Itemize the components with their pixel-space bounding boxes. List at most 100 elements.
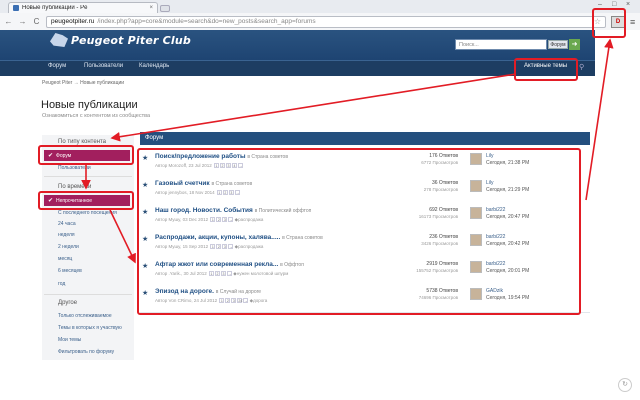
sidebar-item-forum[interactable]: ✔ Форум — [44, 150, 130, 161]
address-bar[interactable]: peugeotpiter.ru/index.php?app=core&modul… — [46, 15, 606, 28]
page-next-icon[interactable]: → — [234, 190, 240, 195]
topic-author[interactable]: Автор Myшy, 03 Dec 2012 — [155, 217, 208, 222]
topic-tag[interactable]: дорога — [253, 298, 267, 303]
page-link[interactable]: 1 — [214, 163, 220, 168]
topic-forum[interactable]: в Оффтоп — [280, 262, 304, 268]
follow-star-icon[interactable]: ★ — [142, 262, 148, 270]
page-link[interactable]: 1 — [210, 217, 216, 222]
sidebar-item-week[interactable]: неделя — [58, 232, 75, 238]
last-poster[interactable]: barbi222 — [486, 234, 505, 240]
topic-row[interactable]: ★ Распродажи, акции, купоны, халява.....… — [140, 231, 590, 259]
topic-title-link[interactable]: Газовый счетчик — [155, 180, 210, 187]
page-next-icon[interactable]: → — [238, 163, 244, 168]
page-link[interactable]: 2 — [220, 163, 226, 168]
topic-row[interactable]: ★ Эпизод на дороге. в Случай на дороге А… — [140, 285, 590, 313]
follow-star-icon[interactable]: ★ — [142, 208, 148, 216]
search-input[interactable]: Поиск... — [455, 39, 547, 50]
nav-forum[interactable]: Форум — [48, 63, 66, 69]
topic-forum[interactable]: в Политический оффтоп — [255, 208, 312, 214]
page-link[interactable]: 3 — [231, 298, 237, 303]
sidebar-item-followed[interactable]: Только отслеживаемое — [58, 313, 112, 319]
avatar[interactable] — [470, 153, 482, 165]
sidebar-item-6-months[interactable]: 6 месяцев — [58, 268, 82, 274]
topic-title-link[interactable]: Эпизод на дороге. — [155, 288, 214, 295]
follow-star-icon[interactable]: ★ — [142, 181, 148, 189]
tab-close-icon[interactable]: × — [149, 5, 153, 11]
topic-title-link[interactable]: Наш город. Новости. События — [155, 207, 253, 214]
sidebar-item-users[interactable]: Пользователи — [58, 165, 91, 171]
page-link[interactable]: 1 — [209, 271, 215, 276]
page-link[interactable]: 3 — [221, 271, 227, 276]
avatar[interactable] — [470, 180, 482, 192]
sidebar-item-year[interactable]: год — [58, 281, 65, 287]
page-link[interactable]: 2 — [222, 190, 228, 195]
sidebar-item-month[interactable]: месяц — [58, 256, 72, 262]
page-link[interactable]: 1 — [216, 190, 222, 195]
topic-tag[interactable]: нужен молотовой шпурм — [237, 271, 289, 276]
sidebar-item-participated[interactable]: Темы в которых я участвую — [58, 325, 122, 331]
sidebar-item-my-topics[interactable]: Мои темы — [58, 337, 81, 343]
page-next-icon[interactable]: → — [228, 217, 234, 222]
follow-star-icon[interactable]: ★ — [142, 235, 148, 243]
forward-icon[interactable]: → — [18, 17, 27, 26]
last-poster[interactable]: barbi222 — [486, 261, 505, 267]
topic-tag[interactable]: распродажа — [238, 217, 263, 222]
topic-author[interactable]: Автор Morozoff, 23 Jul 2012 — [155, 163, 212, 168]
location-pin-icon[interactable]: ⚲ — [579, 63, 584, 71]
page-link[interactable]: 2 — [215, 271, 221, 276]
page-link[interactable]: 247 — [237, 298, 244, 303]
sidebar-item-filter-forum[interactable]: Фильтровать по форуму — [58, 349, 114, 355]
follow-star-icon[interactable]: ★ — [142, 154, 148, 162]
avatar[interactable] — [470, 288, 482, 300]
avatar[interactable] — [470, 261, 482, 273]
nav-active-topics[interactable]: Активные темы — [524, 63, 567, 69]
sidebar-item-2-weeks[interactable]: 2 недели — [58, 244, 79, 250]
extension-icon[interactable]: D — [611, 15, 625, 28]
page-link[interactable]: 1 — [210, 244, 216, 249]
page-link[interactable]: 3 — [226, 163, 232, 168]
topic-forum[interactable]: в Страна советов — [247, 154, 288, 160]
sidebar-item-24h[interactable]: 24 часа — [58, 221, 76, 227]
topic-row[interactable]: ★ Газовый счетчик в Страна советов Автор… — [140, 177, 590, 205]
page-link[interactable]: 3 — [222, 217, 228, 222]
bookmark-star-icon[interactable]: ☆ — [594, 17, 601, 26]
last-poster[interactable]: barbi222 — [486, 207, 505, 213]
maximize-icon[interactable]: □ — [612, 1, 616, 8]
topic-forum[interactable]: в Страна советов — [282, 235, 323, 241]
topic-row[interactable]: ★ Афтар жжот или современная рекла... в … — [140, 258, 590, 286]
avatar[interactable] — [470, 207, 482, 219]
page-next-icon[interactable]: → — [227, 271, 233, 276]
page-link[interactable]: 4 — [232, 163, 238, 168]
avatar[interactable] — [470, 234, 482, 246]
last-poster[interactable]: Lily — [486, 180, 494, 186]
page-link[interactable]: 2 — [216, 217, 222, 222]
page-link[interactable]: 3 — [228, 190, 234, 195]
page-link[interactable]: 1 — [219, 298, 225, 303]
page-link[interactable]: 2 — [216, 244, 222, 249]
topic-author[interactable]: Автор jennybos, 18 Nov 2014 — [155, 190, 215, 195]
topic-title-link[interactable]: Афтар жжот или современная рекла... — [155, 261, 278, 268]
minimize-icon[interactable]: – — [598, 1, 602, 8]
site-logo[interactable]: Peugeot Piter Club — [50, 33, 191, 47]
sidebar-item-unread[interactable]: ✔ Непрочитанное — [44, 195, 130, 206]
page-link[interactable]: 2 — [225, 298, 231, 303]
window-close-icon[interactable]: × — [626, 1, 630, 8]
topic-row[interactable]: ★ Поиск/предложение работы в Страна сове… — [140, 150, 590, 178]
last-poster[interactable]: GADzik — [486, 288, 503, 294]
reload-icon[interactable]: C — [32, 17, 41, 26]
browser-tab[interactable]: Новые публикации - Pe × — [8, 2, 158, 13]
last-poster[interactable]: Lily — [486, 153, 494, 159]
page-next-icon[interactable]: → — [228, 244, 234, 249]
nav-calendar[interactable]: Календарь — [139, 63, 169, 69]
back-icon[interactable]: ← — [4, 17, 13, 26]
new-tab-button[interactable] — [160, 5, 170, 12]
topic-forum[interactable]: в Случай на дороге — [216, 289, 261, 295]
topic-row[interactable]: ★ Наш город. Новости. События в Политиче… — [140, 204, 590, 232]
page-next-icon[interactable]: → — [243, 298, 249, 303]
topic-title-link[interactable]: Распродажи, акции, купоны, халява..... — [155, 234, 280, 241]
search-scope-select[interactable]: Форум — [548, 40, 568, 49]
browser-menu-icon[interactable]: ≡ — [630, 17, 635, 27]
follow-star-icon[interactable]: ★ — [142, 289, 148, 297]
topic-title-link[interactable]: Поиск/предложение работы — [155, 153, 246, 160]
nav-users[interactable]: Пользователи — [84, 63, 123, 69]
